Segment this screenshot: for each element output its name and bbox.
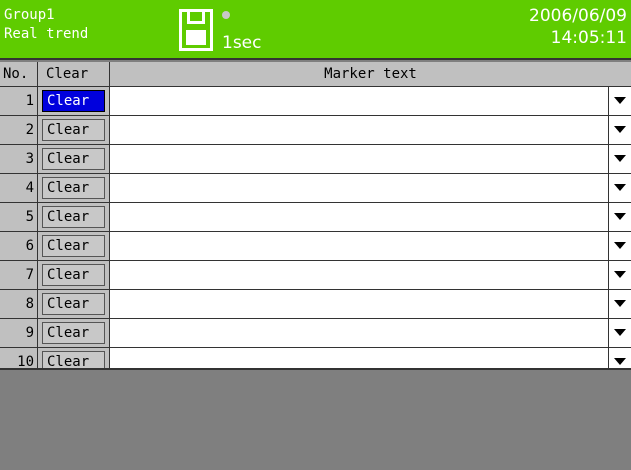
marker-text-field[interactable] <box>110 261 631 289</box>
clear-button[interactable]: Clear <box>42 119 105 141</box>
table-header-row: No. Clear Marker text <box>0 62 631 87</box>
row-number: 5 <box>0 203 38 231</box>
table-row: 1 Clear <box>0 87 631 116</box>
clear-cell: Clear <box>38 290 110 318</box>
header-datetime: 2006/06/09 14:05:11 <box>529 5 627 49</box>
marker-text-field[interactable] <box>110 145 631 173</box>
clear-button[interactable]: Clear <box>42 206 105 228</box>
clear-button[interactable]: Clear <box>42 293 105 315</box>
record-status-dot <box>222 11 230 19</box>
clear-cell: Clear <box>38 116 110 144</box>
row-number: 9 <box>0 319 38 347</box>
row-number: 3 <box>0 145 38 173</box>
dropdown-arrow-icon[interactable] <box>608 261 631 289</box>
marker-table: No. Clear Marker text 1 Clear 2 Clear 3 Clear… <box>0 62 631 377</box>
status-header: Group1 Real trend 1sec 2006/06/09 14:05:… <box>0 0 631 60</box>
row-number: 6 <box>0 232 38 260</box>
table-row: 9 Clear <box>0 319 631 348</box>
clear-cell: Clear <box>38 174 110 202</box>
column-header-no: No. <box>0 62 38 86</box>
clear-button[interactable]: Clear <box>42 90 105 112</box>
header-left: Group1 Real trend <box>4 6 88 44</box>
dropdown-arrow-icon[interactable] <box>608 290 631 318</box>
dropdown-arrow-icon[interactable] <box>608 232 631 260</box>
row-number: 2 <box>0 116 38 144</box>
date-display: 2006/06/09 <box>529 6 627 26</box>
clear-cell: Clear <box>38 145 110 173</box>
row-number: 4 <box>0 174 38 202</box>
row-number: 7 <box>0 261 38 289</box>
table-row: 7 Clear <box>0 261 631 290</box>
marker-text-field[interactable] <box>110 87 631 115</box>
clear-cell: Clear <box>38 261 110 289</box>
clear-cell: Clear <box>38 319 110 347</box>
sampling-interval: 1sec <box>222 33 262 53</box>
dropdown-arrow-icon[interactable] <box>608 145 631 173</box>
display-mode: Real trend <box>4 26 89 42</box>
table-row: 3 Clear <box>0 145 631 174</box>
clear-button[interactable]: Clear <box>42 235 105 257</box>
clear-cell: Clear <box>38 203 110 231</box>
marker-text-field[interactable] <box>110 232 631 260</box>
marker-text-field[interactable] <box>110 319 631 347</box>
clear-cell: Clear <box>38 87 110 115</box>
dropdown-arrow-icon[interactable] <box>608 203 631 231</box>
floppy-disk-icon <box>179 9 213 51</box>
disk-shutter <box>187 12 205 24</box>
clear-button[interactable]: Clear <box>42 264 105 286</box>
clear-cell: Clear <box>38 232 110 260</box>
clear-button[interactable]: Clear <box>42 148 105 170</box>
row-number: 8 <box>0 290 38 318</box>
time-display: 14:05:11 <box>550 28 627 48</box>
marker-text-field[interactable] <box>110 290 631 318</box>
dropdown-arrow-icon[interactable] <box>608 174 631 202</box>
clear-button[interactable]: Clear <box>42 322 105 344</box>
dropdown-arrow-icon[interactable] <box>608 87 631 115</box>
column-header-marker-text: Marker text <box>324 66 417 82</box>
table-row: 2 Clear <box>0 116 631 145</box>
table-row: 5 Clear <box>0 203 631 232</box>
row-number: 1 <box>0 87 38 115</box>
table-row: 6 Clear <box>0 232 631 261</box>
column-header-clear: Clear <box>38 62 110 86</box>
marker-text-field[interactable] <box>110 203 631 231</box>
dropdown-arrow-icon[interactable] <box>608 319 631 347</box>
disk-label <box>186 30 206 45</box>
group-name: Group1 <box>4 7 55 23</box>
clear-button[interactable]: Clear <box>42 177 105 199</box>
empty-area <box>0 368 631 470</box>
marker-text-field[interactable] <box>110 174 631 202</box>
table-row: 4 Clear <box>0 174 631 203</box>
table-row: 8 Clear <box>0 290 631 319</box>
marker-text-field[interactable] <box>110 116 631 144</box>
dropdown-arrow-icon[interactable] <box>608 116 631 144</box>
